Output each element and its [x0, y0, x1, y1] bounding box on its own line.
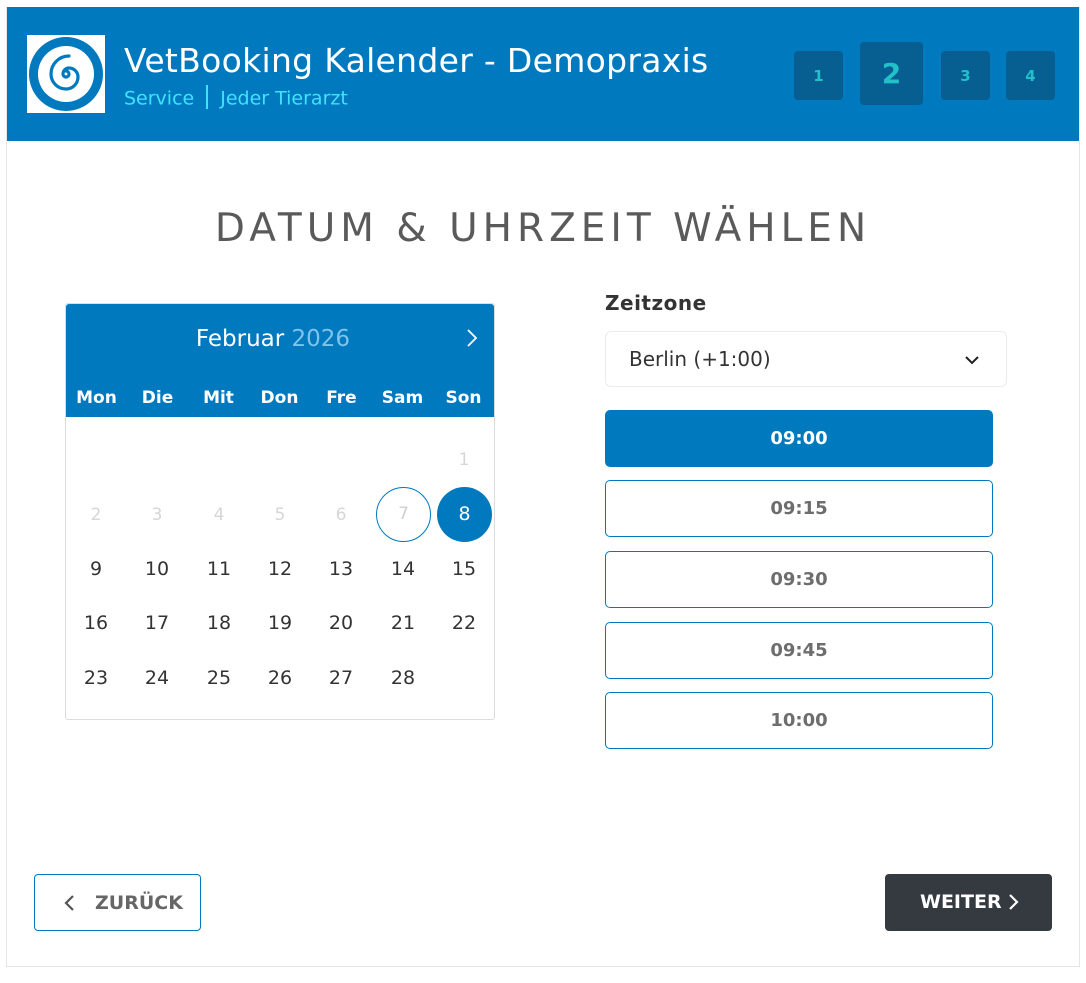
calendar-day[interactable]: 28: [376, 651, 430, 705]
calendar-day[interactable]: 14: [376, 542, 430, 596]
time-slot[interactable]: 09:30: [605, 551, 993, 608]
calendar-day-selected[interactable]: 8: [437, 487, 492, 542]
calendar-year: 2026: [291, 326, 351, 352]
calendar-day[interactable]: 21: [376, 596, 430, 650]
calendar-day[interactable]: 9: [69, 542, 123, 596]
timezone-select[interactable]: Berlin (+1:00): [605, 331, 1007, 387]
calendar-day[interactable]: 24: [130, 651, 184, 705]
calendar-day[interactable]: 26: [253, 651, 307, 705]
weekday-don: Don: [260, 388, 299, 408]
calendar-day-disabled: 4: [213, 505, 225, 525]
calendar-header: Februar 2026 Mon Die Mit Don Fre Sam Son: [66, 304, 494, 417]
calendar-day[interactable]: 11: [192, 542, 246, 596]
calendar-month-year: Februar 2026: [66, 326, 480, 352]
calendar-day[interactable]: 15: [437, 542, 491, 596]
chevron-left-icon: [64, 895, 74, 911]
weekday-die: Die: [141, 388, 174, 408]
calendar-day[interactable]: 18: [192, 596, 246, 650]
page-title: DATUM & UHRZEIT WÄHLEN: [214, 206, 872, 252]
weekday-son: Son: [445, 388, 482, 408]
weekday-sam: Sam: [381, 388, 424, 408]
next-button[interactable]: WEITER: [885, 874, 1052, 931]
calendar-day[interactable]: 10: [130, 542, 184, 596]
calendar-day-disabled: 3: [151, 505, 163, 525]
calendar: Februar 2026 Mon Die Mit Don Fre Sam Son…: [65, 303, 495, 720]
calendar-day-disabled: 2: [90, 505, 102, 525]
back-button-label: ZURÜCK: [95, 892, 183, 914]
time-slot[interactable]: 10:00: [605, 692, 993, 749]
calendar-day-today: 7: [376, 487, 431, 542]
calendar-month: Februar: [195, 326, 285, 352]
time-slot[interactable]: 09:15: [605, 480, 993, 537]
calendar-day[interactable]: 12: [253, 542, 307, 596]
calendar-day[interactable]: 25: [192, 651, 246, 705]
calendar-day-disabled: 5: [274, 505, 286, 525]
chevron-right-icon: [1009, 894, 1019, 910]
chevron-right-icon: [467, 329, 478, 347]
time-slot[interactable]: 09:45: [605, 622, 993, 679]
calendar-day-disabled: 6: [335, 505, 347, 525]
calendar-day[interactable]: 23: [69, 651, 123, 705]
next-month-button[interactable]: [462, 326, 482, 350]
calendar-day[interactable]: 20: [314, 596, 368, 650]
weekday-mit: Mit: [203, 388, 234, 408]
timezone-value: Berlin (+1:00): [629, 347, 771, 371]
timezone-label: Zeitzone: [605, 291, 707, 315]
calendar-day[interactable]: 13: [314, 542, 368, 596]
calendar-day[interactable]: 19: [253, 596, 307, 650]
calendar-day[interactable]: 17: [130, 596, 184, 650]
chevron-down-icon: [965, 356, 979, 365]
weekday-mon: Mon: [76, 388, 117, 408]
calendar-day[interactable]: 27: [314, 651, 368, 705]
calendar-day[interactable]: 16: [69, 596, 123, 650]
back-button[interactable]: ZURÜCK: [34, 874, 201, 931]
next-button-label: WEITER: [920, 891, 1002, 913]
weekday-fre: Fre: [326, 388, 357, 408]
time-slot-selected[interactable]: 09:00: [605, 410, 993, 467]
calendar-day-disabled: 1: [458, 450, 470, 470]
calendar-day[interactable]: 22: [437, 596, 491, 650]
